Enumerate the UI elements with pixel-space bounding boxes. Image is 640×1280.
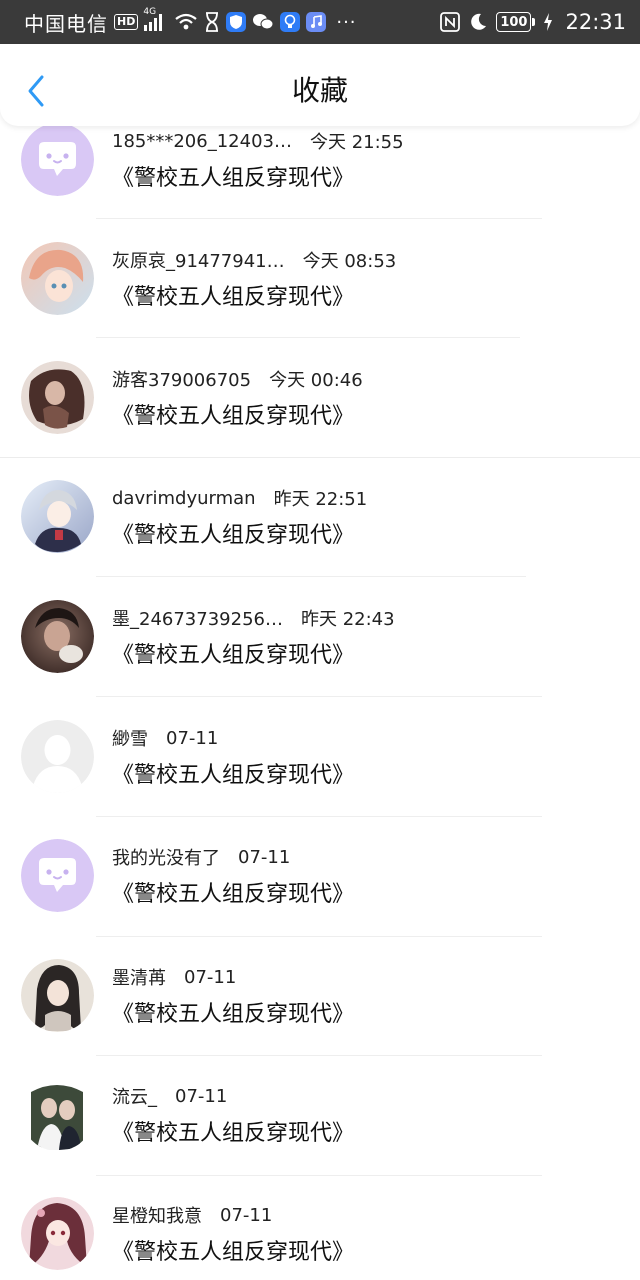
divider: [96, 696, 542, 697]
nfc-icon: [440, 12, 461, 32]
page-title: 收藏: [291, 74, 348, 107]
list-item[interactable]: 墨_24673739256… 昨天 22:43 《警校五人组反穿现代》: [0, 600, 640, 719]
user-name: 我的光没有了: [112, 848, 220, 869]
signal-icon: 4G: [143, 7, 163, 31]
list-item[interactable]: 灰原哀_91477941… 今天 08:53 《警校五人组反穿现代》: [0, 242, 640, 361]
timestamp: 昨天 22:51: [273, 489, 368, 510]
timestamp: 昨天 22:43: [300, 609, 395, 630]
item-meta: 我的光没有了 07-11: [112, 843, 290, 871]
book-title: 《警校五人组反穿现代》: [112, 166, 355, 191]
battery-icon: 100: [496, 12, 536, 32]
user-name: 灰原哀_91477941…: [112, 251, 285, 272]
anime-boy-avatar-icon: [21, 480, 94, 553]
list-item[interactable]: 流云_ 07-11 《警校五人组反穿现代》: [0, 1078, 640, 1197]
list-item[interactable]: 星橙知我意 07-11 《警校五人组反穿现代》: [0, 1197, 640, 1280]
avatar: [21, 959, 94, 1032]
user-name: 流云_: [112, 1087, 157, 1108]
item-meta: 墨清苒 07-11: [112, 963, 236, 991]
timestamp: 07-11: [238, 846, 291, 868]
list-item[interactable]: davrimdyurman 昨天 22:51 《警校五人组反穿现代》: [0, 480, 640, 599]
divider: [96, 576, 526, 577]
avatar: [21, 839, 94, 912]
item-meta: 星橙知我意 07-11: [112, 1201, 272, 1229]
item-meta: 流云_ 07-11: [112, 1082, 227, 1110]
divider: [96, 816, 542, 817]
divider: [96, 337, 520, 338]
divider: [96, 218, 542, 219]
user-name: 墨_24673739256…: [112, 609, 283, 630]
photo-avatar-icon: [21, 1078, 94, 1151]
user-name: 緲雪: [112, 729, 148, 750]
item-meta: 緲雪 07-11: [112, 724, 218, 752]
status-bar: 中国电信 HD 4G ··· 100 22:31: [0, 0, 640, 44]
wechat-icon: [252, 12, 274, 32]
hourglass-icon: [204, 12, 220, 32]
book-title: 《警校五人组反穿现代》: [112, 1002, 355, 1027]
list-item[interactable]: 緲雪 07-11 《警校五人组反穿现代》: [0, 720, 640, 839]
timestamp: 今天 08:53: [302, 251, 397, 272]
book-title: 《警校五人组反穿现代》: [112, 643, 355, 668]
bulb-icon: [280, 12, 301, 32]
list-item[interactable]: 墨清苒 07-11 《警校五人组反穿现代》: [0, 959, 640, 1078]
book-title: 《警校五人组反穿现代》: [112, 285, 355, 310]
list-item[interactable]: 我的光没有了 07-11 《警校五人组反穿现代》: [0, 839, 640, 958]
item-meta: 游客379006705 今天 00:46: [112, 365, 363, 393]
list-item[interactable]: 185***206_12403… 今天 21:55 《警校五人组反穿现代》: [0, 123, 640, 242]
timestamp: 07-11: [166, 727, 219, 749]
user-name: 游客379006705: [112, 370, 252, 391]
divider: [0, 457, 640, 458]
book-title: 《警校五人组反穿现代》: [112, 404, 355, 429]
book-title: 《警校五人组反穿现代》: [112, 1240, 355, 1265]
chat-bubble-avatar-icon: [21, 839, 94, 912]
list-item[interactable]: 游客379006705 今天 00:46 《警校五人组反穿现代》: [0, 361, 640, 480]
network-type: 4G: [143, 7, 157, 17]
book-title: 《警校五人组反穿现代》: [112, 1121, 355, 1146]
carrier-label: 中国电信: [24, 11, 108, 36]
moon-icon: [468, 12, 488, 32]
avatar: [21, 1078, 94, 1151]
timestamp: 07-11: [184, 966, 237, 988]
more-notifications-icon: ···: [336, 11, 357, 33]
divider: [96, 1175, 542, 1176]
anime-girl-avatar-icon: [21, 959, 94, 1032]
status-left: 中国电信 HD 4G ···: [24, 7, 440, 37]
wifi-icon: [174, 12, 198, 32]
item-meta: 墨_24673739256… 昨天 22:43: [112, 604, 395, 632]
hd-icon: HD: [114, 14, 139, 30]
status-right: 100 22:31: [440, 10, 626, 34]
page-header: 收藏: [0, 44, 640, 126]
anime-girl-avatar-icon: [21, 242, 94, 315]
shield-icon: [226, 12, 247, 32]
timestamp: 07-11: [175, 1085, 228, 1107]
divider: [96, 936, 542, 937]
music-icon: [306, 12, 327, 32]
avatar: [21, 242, 94, 315]
timestamp: 07-11: [220, 1204, 273, 1226]
book-title: 《警校五人组反穿现代》: [112, 763, 355, 788]
avatar: [21, 600, 94, 673]
anime-girl-avatar-icon: [21, 1197, 94, 1270]
timestamp: 今天 00:46: [269, 370, 363, 391]
book-title: 《警校五人组反穿现代》: [112, 882, 355, 907]
avatar: [21, 720, 94, 793]
item-meta: 灰原哀_91477941… 今天 08:53: [112, 246, 396, 274]
clock: 22:31: [565, 10, 626, 34]
avatar: [21, 480, 94, 553]
user-name: davrimdyurman: [112, 487, 256, 509]
photo-avatar-icon: [21, 361, 94, 434]
user-name: 墨清苒: [112, 968, 166, 989]
avatar: [21, 1197, 94, 1270]
divider: [96, 1055, 542, 1056]
default-user-avatar-icon: [21, 720, 94, 793]
item-meta: davrimdyurman 昨天 22:51: [112, 484, 367, 512]
charging-icon: [543, 12, 553, 32]
avatar: [21, 361, 94, 434]
user-name: 星橙知我意: [112, 1206, 202, 1227]
photo-avatar-icon: [21, 600, 94, 673]
book-title: 《警校五人组反穿现代》: [112, 523, 355, 548]
